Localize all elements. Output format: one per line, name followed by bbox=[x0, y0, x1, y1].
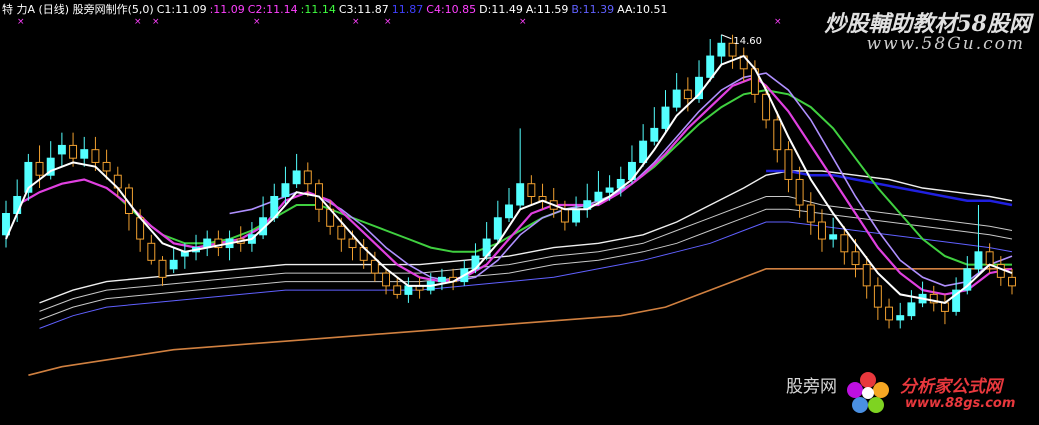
chart-window: { "header": { "title_fragment": "特 力A (日… bbox=[0, 0, 1039, 425]
candle-body bbox=[35, 161, 44, 176]
candle-body bbox=[851, 251, 860, 266]
candle-body bbox=[292, 170, 301, 185]
candle-body bbox=[818, 221, 826, 240]
candle-body bbox=[829, 234, 838, 240]
candle-body bbox=[639, 140, 648, 163]
candle-body bbox=[650, 127, 659, 142]
candle-body bbox=[795, 178, 804, 206]
candle-body bbox=[158, 259, 167, 278]
candle-body bbox=[885, 306, 894, 321]
candle-body bbox=[560, 208, 569, 223]
candle-body bbox=[862, 264, 871, 287]
bottom-brand-name: 分析家公式网 bbox=[900, 377, 1002, 397]
candle-body bbox=[594, 191, 603, 202]
candle-body bbox=[784, 149, 793, 180]
bottom-watermark-text: 股旁网 bbox=[786, 377, 837, 397]
candle-body bbox=[717, 42, 726, 57]
signal-mark: × bbox=[17, 17, 25, 27]
candle-body bbox=[605, 187, 614, 193]
candle-body bbox=[382, 272, 391, 287]
candle-body bbox=[527, 183, 536, 197]
candle-body bbox=[337, 225, 346, 240]
candle-body bbox=[683, 89, 692, 100]
candle-body bbox=[505, 204, 513, 219]
signal-mark: × bbox=[519, 17, 527, 27]
candle-body bbox=[1008, 276, 1016, 287]
candle-body bbox=[348, 238, 357, 249]
max-pointer bbox=[721, 34, 732, 40]
candle-body bbox=[102, 161, 111, 172]
candle-body bbox=[806, 204, 815, 223]
candle-body bbox=[940, 302, 949, 312]
candle-body bbox=[661, 106, 670, 129]
candle-body bbox=[873, 285, 882, 308]
signal-mark: × bbox=[774, 17, 782, 27]
top-watermark-url: www.58Gu.com bbox=[866, 34, 1025, 54]
candle-body bbox=[404, 285, 413, 295]
candle-body bbox=[69, 144, 78, 159]
candle-body bbox=[762, 93, 771, 121]
signal-mark: × bbox=[152, 17, 160, 27]
candle-body bbox=[516, 183, 525, 206]
candle-body bbox=[80, 149, 89, 159]
candle-body bbox=[91, 149, 100, 163]
flower-logo-icon bbox=[847, 372, 889, 413]
candle-body bbox=[370, 259, 379, 274]
candle-body bbox=[974, 251, 983, 270]
candle-body bbox=[169, 259, 178, 270]
candle-body bbox=[393, 285, 402, 295]
candle-body bbox=[147, 242, 156, 261]
candle-body bbox=[773, 119, 782, 151]
candle-body bbox=[840, 234, 849, 253]
candle-body bbox=[706, 55, 715, 78]
candle-body bbox=[896, 315, 905, 321]
candle-body bbox=[985, 251, 994, 266]
candle-body bbox=[281, 183, 290, 197]
signal-mark: × bbox=[384, 17, 392, 27]
candle-body bbox=[437, 276, 446, 283]
candle-body bbox=[996, 264, 1005, 278]
max-price-label: 14.60 bbox=[733, 36, 762, 47]
candle-body bbox=[57, 144, 66, 155]
bottom-brand-url: www.88gs.com bbox=[905, 396, 1016, 411]
candle-body bbox=[13, 195, 22, 215]
signal-mark: × bbox=[352, 17, 360, 27]
price-chart: × × × × × × × × 14.60 bbox=[2, 17, 1016, 376]
candle-body bbox=[907, 302, 916, 317]
candle-body bbox=[672, 89, 681, 108]
candle-body bbox=[572, 208, 581, 223]
candle-body bbox=[303, 170, 312, 185]
signal-mark: × bbox=[134, 17, 142, 27]
candle-body bbox=[493, 217, 502, 240]
signal-mark: × bbox=[253, 17, 261, 27]
